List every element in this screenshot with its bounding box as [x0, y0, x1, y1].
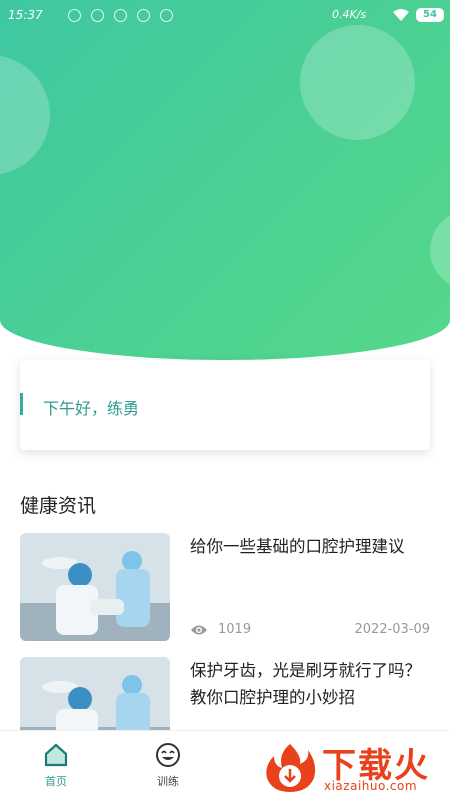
news-item[interactable]: 保护牙齿，光是刷牙就行了吗？教你口腔护理的小妙招 — [20, 657, 430, 737]
greeting-card: 下午好，练勇 — [20, 360, 430, 450]
flame-logo-icon — [266, 744, 316, 792]
status-bar: 15:37 0.4K/s 54 — [0, 0, 450, 30]
news-thumbnail — [20, 657, 170, 737]
news-item[interactable]: 给你一些基础的口腔护理建议 1019 2022-03-09 — [20, 533, 430, 641]
news-title: 给你一些基础的口腔护理建议 — [190, 537, 405, 556]
network-speed: 0.4K/s — [332, 8, 367, 21]
header-banner — [0, 0, 450, 360]
smiley-icon — [156, 743, 180, 767]
nav-home-label: 首页 — [45, 775, 67, 788]
status-time: 15:37 — [8, 8, 43, 22]
nav-training-label: 训练 — [157, 775, 179, 788]
battery-icon: 54 — [416, 8, 444, 22]
decor-bubble — [300, 25, 415, 140]
notification-icon — [114, 9, 127, 22]
notification-icon — [91, 9, 104, 22]
watermark: 下载火 xiazaihuo.com — [262, 738, 447, 796]
nav-training[interactable]: 训练 — [138, 741, 198, 789]
greeting-accent-bar — [20, 393, 23, 415]
publish-date: 2022-03-09 — [354, 622, 430, 637]
wifi-icon — [393, 9, 409, 21]
notification-icon — [160, 9, 173, 22]
notification-icon — [68, 9, 81, 22]
news-meta: 1019 2022-03-09 — [190, 622, 430, 640]
notification-icon — [137, 9, 150, 22]
nav-home[interactable]: 首页 — [26, 741, 86, 789]
eye-icon — [191, 625, 207, 635]
home-icon — [44, 743, 68, 767]
decor-bubble — [430, 210, 450, 290]
section-title: 健康资讯 — [20, 495, 97, 517]
view-count: 1019 — [218, 622, 252, 637]
decor-bubble — [0, 55, 50, 175]
notification-icons — [68, 9, 173, 22]
news-thumbnail — [20, 533, 170, 641]
news-title: 保护牙齿，光是刷牙就行了吗？教你口腔护理的小妙招 — [190, 661, 421, 707]
greeting-text: 下午好，练勇 — [43, 399, 140, 418]
watermark-url: xiazaihuo.com — [324, 779, 418, 793]
